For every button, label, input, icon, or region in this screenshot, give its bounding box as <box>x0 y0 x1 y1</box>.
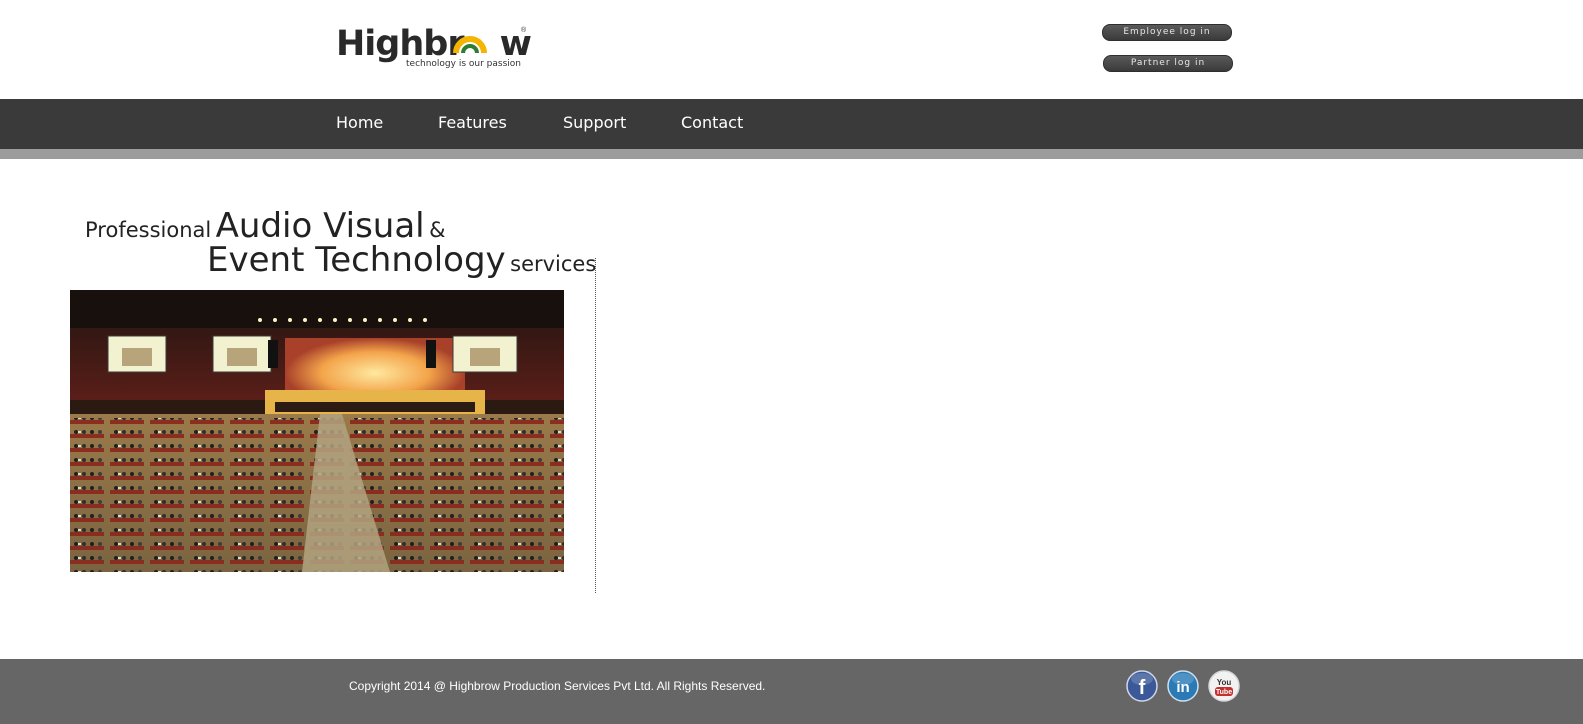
hero-headline-line2: Event Technology services <box>207 240 596 280</box>
facebook-icon[interactable]: f <box>1126 670 1158 702</box>
youtube-icon[interactable]: You Tube <box>1208 670 1240 702</box>
employee-login-button[interactable]: Employee log in <box>1102 24 1232 41</box>
main-nav: Home Features Support Contact <box>0 99 1583 149</box>
linkedin-icon[interactable]: in <box>1167 670 1199 702</box>
highbrow-logo[interactable]: Highbr w ® technology is our passion <box>336 22 536 74</box>
svg-text:Tube: Tube <box>1216 689 1232 696</box>
partner-login-button[interactable]: Partner log in <box>1103 55 1233 72</box>
nav-item-home[interactable]: Home <box>336 113 383 132</box>
nav-item-contact[interactable]: Contact <box>681 113 743 132</box>
nav-strip <box>0 149 1583 159</box>
svg-text:in: in <box>1176 679 1189 696</box>
logo-ring-icon <box>453 36 487 54</box>
logo-tagline: technology is our passion <box>406 59 521 69</box>
nav-item-features[interactable]: Features <box>438 113 507 132</box>
svg-text:You: You <box>1217 678 1232 687</box>
registered-mark: ® <box>521 27 527 34</box>
content-divider <box>595 258 596 593</box>
site-header: Highbr w ® technology is our passion Empl… <box>0 0 1583 99</box>
hero-text-amp: & <box>429 218 446 242</box>
hero-text-event-technology: Event Technology <box>207 240 506 280</box>
conference-hall-photo <box>70 290 564 572</box>
copyright-text: Copyright 2014 @ Highbrow Production Ser… <box>349 679 766 693</box>
hero-text-services: services <box>510 252 597 276</box>
nav-item-support[interactable]: Support <box>563 113 626 132</box>
svg-text:f: f <box>1139 677 1146 699</box>
hero-text-professional: Professional <box>85 218 212 242</box>
site-footer: Copyright 2014 @ Highbrow Production Ser… <box>0 659 1583 724</box>
